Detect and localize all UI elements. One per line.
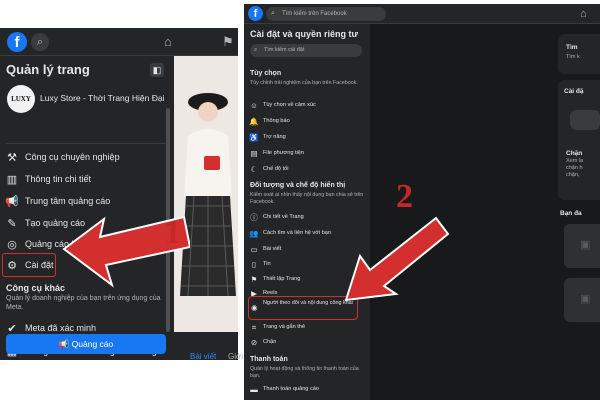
briefcase-icon: ⚒ [7, 152, 17, 164]
settings-item-label: Trang và gắn thẻ [263, 324, 306, 330]
search-icon[interactable]: ⌕ [31, 33, 49, 51]
emoji-icon: ☺ [250, 101, 258, 110]
block-card-desc: Xem lạ chặn h chặn, [566, 158, 584, 178]
menu-item-label: Thông tin chi tiết [25, 174, 92, 184]
settings-item-notifications[interactable]: 🔔 Thông báo [249, 116, 365, 129]
search-card: Tìm Tìm k [558, 34, 600, 74]
step-number-1: 1 [164, 214, 181, 251]
settings-item-label: Chặn [263, 339, 277, 345]
settings-item-label: Chi tiết về Trang [263, 214, 304, 220]
settings-search-input[interactable]: ⌕ Tìm kiếm cài đặt [250, 44, 362, 57]
settings-item-label: Tin [263, 261, 271, 267]
section-preferences-desc: Tùy chỉnh trải nghiệm của bạn trên Faceb… [250, 80, 358, 86]
card-image [570, 110, 600, 130]
facebook-search-input[interactable]: ⌕ Tìm kiếm trên Facebook [266, 7, 386, 21]
page-name: Luxy Store - Thời Trang Hiện Đại [40, 93, 165, 103]
settings-item-reactions[interactable]: ☺ Tùy chọn về cảm xúc [249, 100, 365, 113]
image-icon: ▣ [580, 293, 591, 305]
divider [6, 143, 166, 144]
friends-card-title: Bạn đa [560, 210, 582, 217]
menu-item-pro-tools[interactable]: ⚒ Công cụ chuyên nghiệp [5, 150, 170, 168]
settings-item-label: Cách tìm và liên hệ với bạn [263, 230, 332, 236]
settings-item-label: Tùy chọn về cảm xúc [263, 102, 316, 108]
post-icon: ▭ [250, 245, 258, 254]
pencil-icon: ✎ [7, 218, 17, 230]
info-icon: ⓘ [250, 213, 258, 222]
instagram-icon: ◎ [7, 239, 17, 251]
settings-item-label: Bài viết [263, 246, 282, 252]
card-placeholder: ▣ [564, 278, 600, 322]
top-navigation-bar: f ⌕ Tìm kiếm trên Facebook ⌂ [244, 4, 600, 24]
settings-item-label: Chế độ tối [263, 166, 289, 172]
create-ad-button[interactable]: 📢 Quảng cáo [6, 334, 166, 354]
settings-item-label: Thiết lập Trang [263, 276, 301, 282]
menu-item-insights[interactable]: ▥ Thông tin chi tiết [5, 172, 170, 190]
page-avatar: LUXY [7, 85, 35, 113]
section-preferences-title: Tùy chọn [250, 70, 282, 77]
block-icon: ⊘ [250, 338, 258, 347]
insights-icon: ▥ [6, 174, 18, 186]
page-profile-row[interactable]: LUXY Luxy Store - Thời Trang Hiện Đại [4, 84, 170, 114]
search-icon: ⌕ [254, 47, 258, 53]
home-icon[interactable]: ⌂ [164, 35, 172, 49]
left-screenshot: f ⌕ ⌂ ⚑ Quản lý trang ◧ LUXY Luxy Store … [0, 28, 238, 360]
section-payments-desc: Quản lý hoạt động và thông tin thanh toá… [250, 366, 359, 379]
settings-item-label: Thanh toán quảng cáo [263, 386, 319, 392]
tab-intro[interactable]: Giới [228, 352, 243, 361]
settings-card: Cài đặ [558, 80, 600, 200]
tab-posts[interactable]: Bài viết [190, 352, 216, 361]
section-audience-title: Đối tượng và chế độ hiển thị [250, 182, 346, 189]
search-card-input[interactable]: Tìm k [566, 54, 580, 61]
megaphone-icon: 📢 [5, 196, 19, 208]
section-audience-desc: Kiểm soát ai nhìn thấy nội dung bạn chia… [250, 192, 364, 205]
contact-icon: 👥 [249, 229, 259, 238]
right-screenshot: f ⌕ Tìm kiếm trên Facebook ⌂ Cài đặt và … [244, 4, 600, 400]
card-placeholder: ▣ [564, 224, 600, 268]
settings-highlight-box [2, 253, 56, 277]
settings-item-tagging[interactable]: ⌗ Trang và gắn thẻ [249, 322, 365, 335]
settings-item-label: File phương tiện [263, 150, 304, 156]
payment-icon: ▬ [250, 385, 258, 394]
accessibility-icon: ♿ [249, 133, 259, 142]
other-tools-title: Công cụ khác [6, 283, 66, 293]
step-number-2: 2 [396, 178, 413, 215]
image-icon: ▣ [580, 239, 591, 251]
settings-item-blocking[interactable]: ⊘ Chặn [249, 337, 365, 350]
flag-icon[interactable]: ⚑ [222, 35, 234, 49]
tag-icon: ⌗ [251, 323, 257, 332]
facebook-logo-icon[interactable]: f [248, 6, 263, 21]
search-placeholder: Tìm kiếm trên Facebook [282, 11, 347, 17]
page-setup-icon: ⚑ [250, 275, 258, 284]
settings-card-title: Cài đặ [564, 88, 584, 95]
facebook-logo-icon[interactable]: f [7, 32, 27, 52]
collapse-panel-icon[interactable]: ◧ [150, 63, 164, 77]
menu-item-label: Meta đã xác minh [25, 323, 97, 333]
page-title: Quản lý trang [6, 62, 90, 77]
settings-item-accessibility[interactable]: ♿ Trợ năng [249, 132, 365, 145]
megaphone-icon: 📢 [58, 339, 72, 349]
search-card-title: Tìm [566, 44, 578, 51]
media-icon: ▤ [250, 149, 258, 158]
section-payments-title: Thanh toán [250, 356, 288, 363]
settings-search-placeholder: Tìm kiếm cài đặt [264, 47, 305, 53]
settings-title: Cài đặt và quyền riêng tư [250, 29, 359, 39]
top-navigation-bar: f ⌕ ⌂ ⚑ [0, 28, 238, 56]
block-card-title: Chặn [566, 150, 583, 157]
settings-item-ad-payments[interactable]: ▬ Thanh toán quảng cáo [249, 384, 365, 397]
bell-icon: 🔔 [249, 117, 259, 126]
ads-button-label: Quảng cáo [71, 339, 114, 349]
followers-icon: ◉ [251, 303, 258, 312]
menu-item-label: Công cụ chuyên nghiệp [25, 152, 120, 162]
home-icon[interactable]: ⌂ [580, 7, 587, 21]
search-icon: ⌕ [271, 10, 275, 17]
settings-item-media[interactable]: ▤ File phương tiện [249, 148, 365, 161]
settings-item-label: Trợ năng [263, 134, 286, 140]
moon-icon: ☾ [250, 165, 258, 174]
red-arrow-2-icon [344, 216, 450, 302]
story-icon: ▯ [251, 260, 257, 269]
other-tools-description: Quản lý doanh nghiệp của bạn trên ứng dụ… [6, 295, 161, 311]
settings-item-dark-mode[interactable]: ☾ Chế độ tối [249, 164, 365, 177]
settings-item-label: Thông báo [263, 118, 290, 124]
